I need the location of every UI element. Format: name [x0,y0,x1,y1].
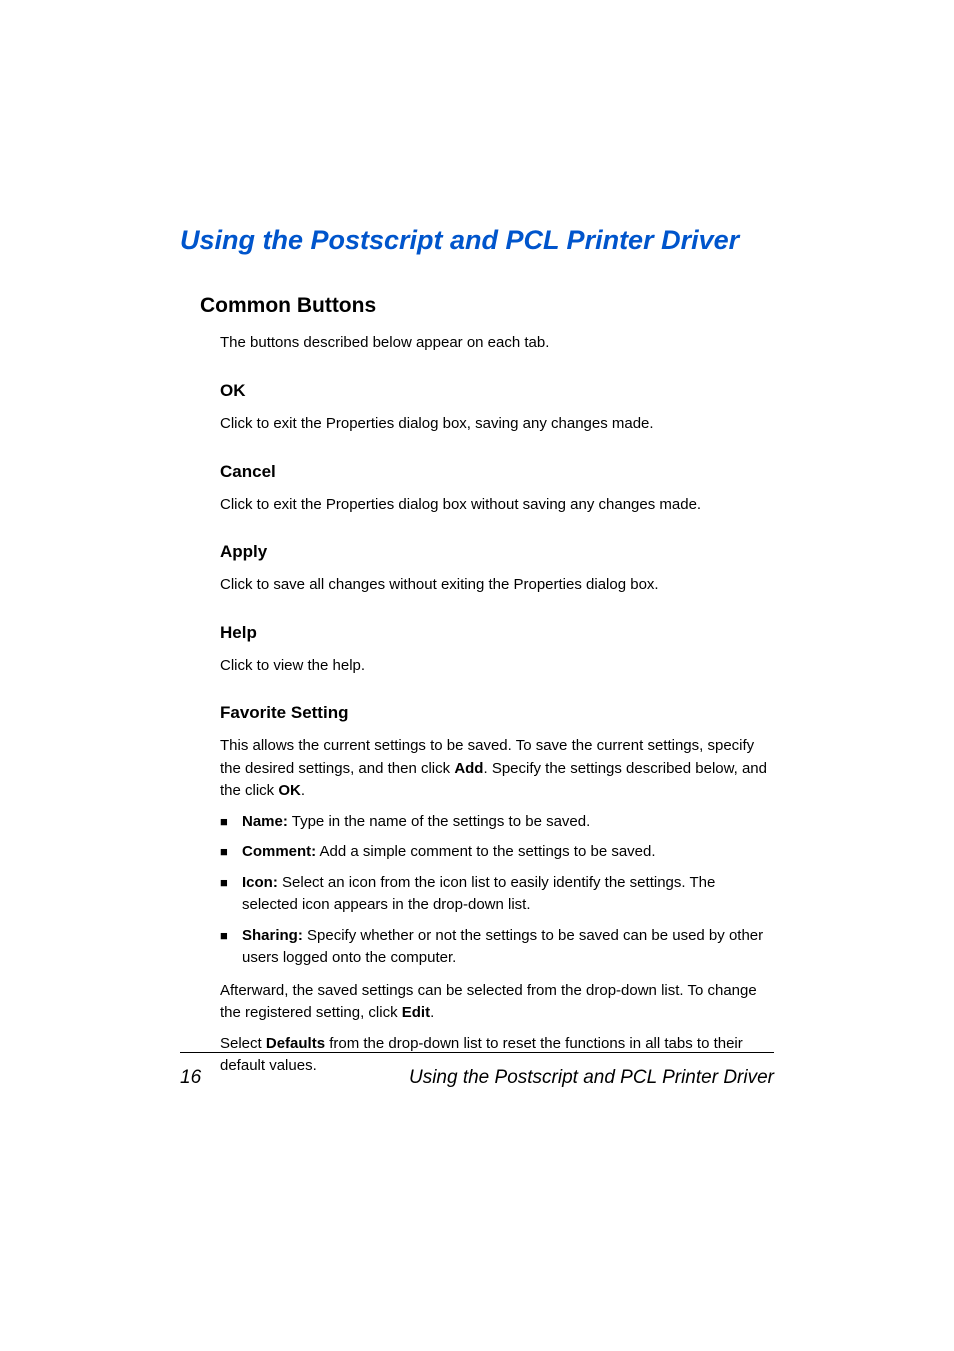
fav-after2-bold: Defaults [266,1035,325,1052]
list-item: Sharing: Specify whether or not the sett… [220,925,774,970]
body-text-cancel: Click to exit the Properties dialog box … [220,494,774,517]
favorite-bullet-list: Name: Type in the name of the settings t… [220,811,774,970]
list-item: Name: Type in the name of the settings t… [220,811,774,834]
main-title: Using the Postscript and PCL Printer Dri… [180,225,774,256]
fav-after1-bold: Edit [402,1004,430,1021]
body-text-favorite-after1: Afterward, the saved settings can be sel… [220,980,774,1025]
section-intro: The buttons described below appear on ea… [220,332,774,353]
sub-title-help: Help [220,623,774,643]
footer-content: 16 Using the Postscript and PCL Printer … [180,1067,774,1089]
list-item: Comment: Add a simple comment to the set… [220,841,774,864]
sub-title-apply: Apply [220,542,774,562]
sub-title-cancel: Cancel [220,462,774,482]
page-number: 16 [180,1067,201,1089]
body-text-apply: Click to save all changes without exitin… [220,574,774,597]
body-text-help: Click to view the help. [220,655,774,678]
page-content: Using the Postscript and PCL Printer Dri… [0,0,954,1078]
body-text-favorite-intro: This allows the current settings to be s… [220,735,774,803]
footer-divider [180,1052,774,1053]
page-footer: 16 Using the Postscript and PCL Printer … [180,1052,774,1089]
list-item: Icon: Select an icon from the icon list … [220,872,774,917]
bullet-label-sharing: Sharing: [242,927,303,944]
bullet-label-icon: Icon: [242,874,278,891]
sub-title-favorite: Favorite Setting [220,703,774,723]
bullet-label-comment: Comment: [242,843,316,860]
fav-after2-pre: Select [220,1035,266,1052]
bullet-text-icon: Select an icon from the icon list to eas… [242,874,715,914]
bullet-label-name: Name: [242,813,288,830]
section-title-common-buttons: Common Buttons [200,294,774,318]
fav-after1-pre: Afterward, the saved settings can be sel… [220,982,757,1022]
bullet-text-name: Type in the name of the settings to be s… [288,813,590,830]
fav-intro-end: . [301,782,305,799]
fav-intro-bold1: Add [454,760,483,777]
bullet-text-comment: Add a simple comment to the settings to … [316,843,655,860]
sub-title-ok: OK [220,381,774,401]
footer-title: Using the Postscript and PCL Printer Dri… [409,1067,774,1089]
bullet-text-sharing: Specify whether or not the settings to b… [242,927,763,967]
fav-intro-bold2: OK [278,782,301,799]
fav-after1-end: . [430,1004,434,1021]
body-text-ok: Click to exit the Properties dialog box,… [220,413,774,436]
